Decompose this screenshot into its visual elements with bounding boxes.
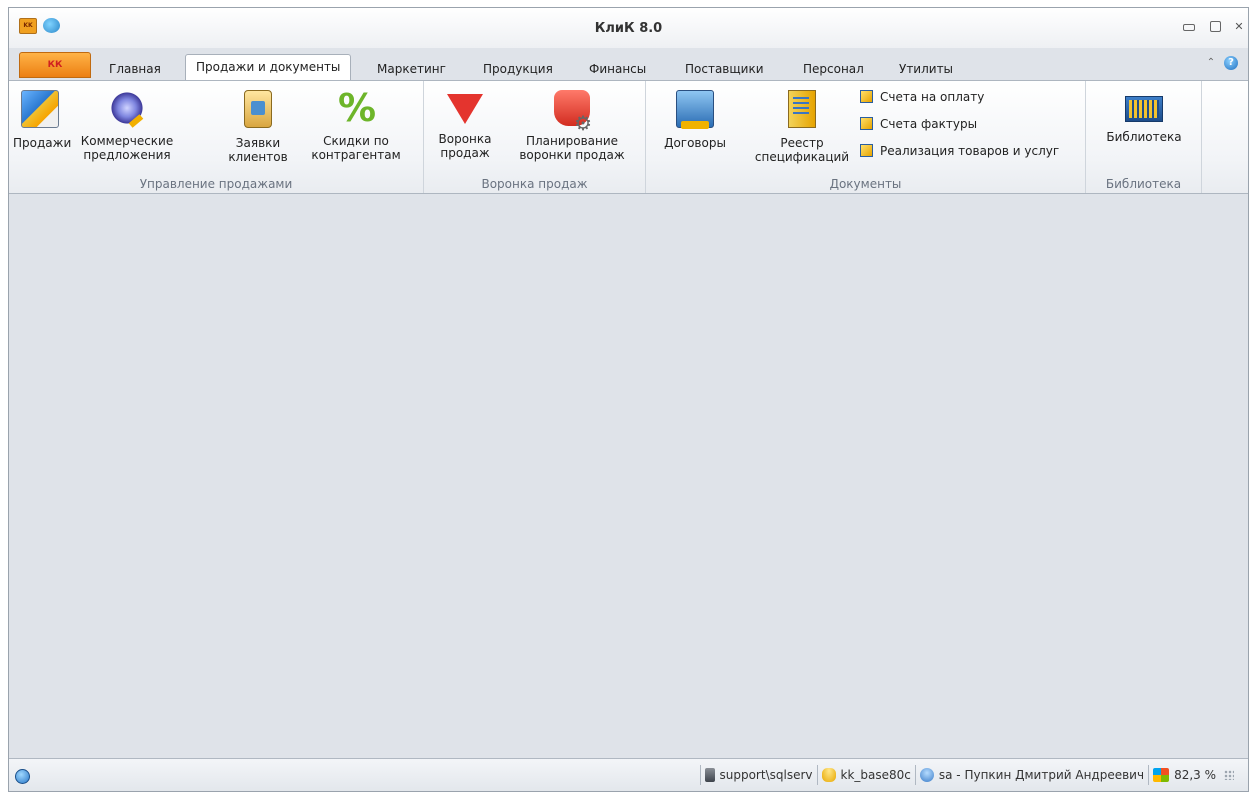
funnel-gear-icon — [554, 90, 592, 130]
specification-registry-button[interactable]: Реестр спецификаций — [750, 84, 854, 170]
tab-personal[interactable]: Персонал — [793, 58, 874, 80]
status-divider — [699, 765, 701, 785]
tab-finansy[interactable]: Финансы — [579, 58, 656, 80]
document-icon — [860, 117, 873, 130]
commercial-offer-icon — [109, 90, 145, 126]
minimize-icon — [1183, 24, 1195, 31]
library-icon — [1125, 96, 1163, 122]
status-divider — [1148, 765, 1150, 785]
group-documents: Договоры Реестр спецификаций Счета на оп… — [646, 81, 1086, 193]
window-title: КлиК 8.0 — [594, 21, 663, 36]
collapse-ribbon-icon[interactable]: ⌃ — [1204, 56, 1218, 70]
status-divider — [816, 765, 818, 785]
client-requests-button[interactable]: Заявки клиентов — [221, 84, 295, 170]
group-sales-management: Продажи Коммерческие предложения Заявки … — [9, 81, 424, 193]
maximize-icon — [1209, 21, 1221, 32]
server-icon — [704, 768, 715, 782]
sales-button[interactable]: Продажи — [13, 84, 71, 170]
tab-utility[interactable]: Утилиты — [889, 58, 963, 80]
ribbon: Продажи Коммерческие предложения Заявки … — [9, 80, 1248, 194]
status-server: support\sqlserv — [704, 768, 813, 782]
close-button[interactable]: ✕ — [1231, 20, 1247, 34]
goods-services-sales-button[interactable]: Реализация товаров и услуг — [860, 141, 1059, 161]
group-label-sales-management: Управление продажами — [139, 177, 293, 191]
tab-produktsiya[interactable]: Продукция — [473, 58, 563, 80]
tab-marketing[interactable]: Маркетинг — [367, 58, 456, 80]
ribbon-tabs: КК Главная Продажи и документы Маркетинг… — [9, 48, 1248, 81]
group-library: Библиотека Библиотека — [1086, 81, 1202, 193]
minimize-button[interactable] — [1181, 20, 1197, 34]
maximize-button[interactable] — [1207, 20, 1223, 34]
percent-icon: % — [338, 86, 377, 130]
library-button[interactable]: Библиотека — [1094, 84, 1194, 170]
payment-invoices-button[interactable]: Счета на оплату — [860, 87, 984, 107]
contracts-button[interactable]: Договоры — [660, 84, 730, 170]
document-icon — [860, 144, 873, 157]
contract-icon — [676, 90, 714, 129]
tab-glavnaya[interactable]: Главная — [99, 58, 171, 80]
group-sales-funnel: Воронка продаж Планирование воронки прод… — [424, 81, 646, 193]
specification-icon — [788, 90, 816, 128]
status-bar: support\sqlserv kk_base80c sa - Пупкин Д… — [9, 758, 1248, 791]
commercial-offers-button[interactable]: Коммерческие предложения — [69, 84, 185, 170]
info-icon[interactable] — [15, 769, 30, 784]
group-label-library: Библиотека — [1105, 177, 1182, 191]
contractor-discounts-button[interactable]: % Скидки по контрагентам — [299, 84, 413, 170]
app-menu-button[interactable]: КК — [19, 52, 91, 78]
status-user: sa - Пупкин Дмитрий Андреевич — [919, 768, 1144, 782]
status-divider — [914, 765, 916, 785]
tab-prodazhi-i-dokumenty[interactable]: Продажи и документы — [185, 54, 352, 81]
tab-postavshchiki[interactable]: Поставщики — [675, 58, 774, 80]
document-icon — [860, 90, 873, 103]
clipboard-icon — [244, 90, 272, 128]
sales-chart-icon — [21, 90, 59, 128]
group-label-sales-funnel: Воронка продаж — [481, 177, 588, 191]
title-bar: KK КлиК 8.0 ✕ — [9, 8, 1248, 48]
database-icon — [821, 768, 836, 782]
user-icon — [919, 768, 934, 782]
status-zoom: 82,3 % — [1153, 768, 1216, 782]
app-window: KK КлиК 8.0 ✕ КК Главная Продажи и докум… — [8, 7, 1249, 792]
workspace-area — [9, 194, 1248, 759]
resize-grip-icon[interactable] — [1224, 770, 1234, 780]
windows-icon — [1153, 768, 1170, 782]
funnel-planning-button[interactable]: Планирование воронки продаж — [508, 84, 636, 170]
sales-funnel-button[interactable]: Воронка продаж — [430, 84, 500, 170]
status-database: kk_base80c — [821, 768, 911, 782]
status-items: support\sqlserv kk_base80c sa - Пупкин Д… — [696, 759, 1234, 791]
ribbon-controls: ⌃ ? — [1204, 56, 1244, 74]
funnel-icon — [447, 94, 483, 124]
tax-invoices-button[interactable]: Счета фактуры — [860, 114, 977, 134]
help-icon[interactable]: ? — [1224, 56, 1238, 70]
group-label-documents: Документы — [829, 177, 902, 191]
